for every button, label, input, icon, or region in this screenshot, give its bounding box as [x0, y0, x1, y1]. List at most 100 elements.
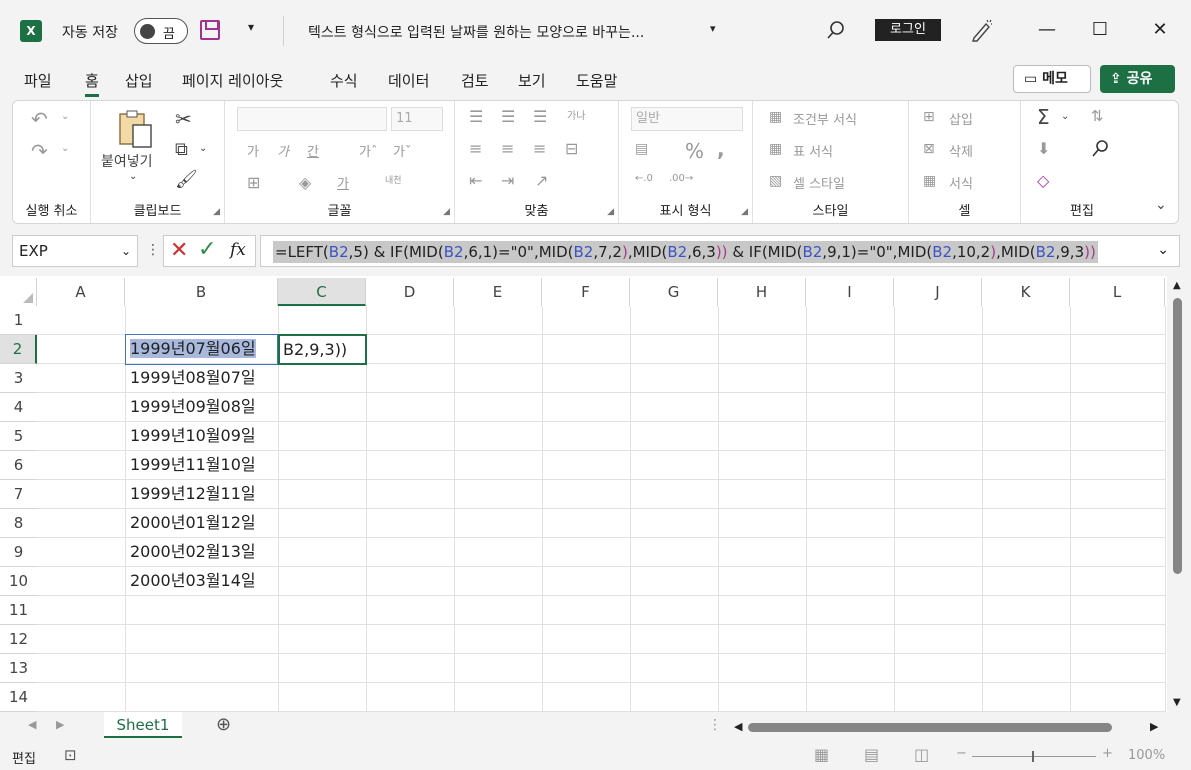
chevron-down-icon[interactable]: ▾ — [710, 22, 716, 35]
font-italic-icon[interactable]: 가 — [277, 141, 289, 160]
clear-icon[interactable]: ◇ — [1037, 171, 1049, 190]
column-header-h[interactable]: H — [718, 278, 806, 306]
zoom-slider[interactable] — [972, 756, 1096, 757]
close-icon[interactable]: ✕ — [1149, 18, 1171, 42]
font-increase-icon[interactable]: 가ˆ — [359, 141, 377, 160]
column-header-k[interactable]: K — [982, 278, 1070, 306]
insert-function-icon[interactable]: fx — [230, 240, 246, 260]
tab-page-layout[interactable]: 페이지 레이아웃 — [182, 70, 283, 91]
border-icon[interactable]: ⊞ — [247, 173, 260, 192]
zoom-out-icon[interactable]: − — [956, 746, 967, 761]
scroll-up-icon[interactable]: ▲ — [1173, 280, 1181, 291]
tab-review[interactable]: 검토 — [461, 70, 489, 91]
undo-icon[interactable]: ↶ — [31, 107, 48, 131]
font-underline-icon[interactable]: 간 — [307, 141, 319, 160]
zoom-slider-thumb[interactable] — [1032, 751, 1034, 762]
format-cells-button[interactable]: 서식 — [949, 173, 973, 192]
merge-center-icon[interactable]: ⊟ — [565, 139, 578, 158]
cell-b4[interactable]: 1999년09월08일 — [126, 393, 256, 421]
formula-bar-grip-icon[interactable]: ⋮ — [146, 242, 160, 258]
conditional-format-button[interactable]: 조건부 서식 — [793, 109, 857, 128]
row-header-12[interactable]: 12 — [0, 625, 37, 654]
find-select-icon[interactable] — [1091, 139, 1111, 157]
horizontal-scroll-thumb[interactable] — [748, 723, 1112, 732]
split-handle-icon[interactable]: ⋮ — [708, 717, 722, 733]
align-left-icon[interactable]: ≡ — [469, 139, 482, 158]
row-header-3[interactable]: 3 — [0, 364, 37, 393]
align-middle-icon[interactable]: ☰ — [501, 107, 515, 126]
table-format-button[interactable]: 표 서식 — [793, 141, 833, 160]
cell-style-button[interactable]: 셀 스타일 — [793, 173, 845, 192]
insert-cells-button[interactable]: 삽입 — [949, 109, 973, 128]
row-header-5[interactable]: 5 — [0, 422, 37, 451]
percent-icon[interactable]: % — [685, 139, 704, 163]
page-break-view-icon[interactable]: ◫ — [914, 745, 929, 764]
chevron-down-icon[interactable]: ⌄ — [61, 111, 69, 122]
orientation-icon[interactable]: ↗ — [535, 171, 548, 190]
search-icon[interactable] — [826, 20, 846, 40]
align-bottom-icon[interactable]: ☰ — [533, 107, 547, 126]
tab-view[interactable]: 보기 — [518, 70, 546, 91]
chevron-down-icon[interactable]: ⌄ — [129, 171, 137, 182]
format-painter-icon[interactable]: 🖌 — [175, 169, 198, 190]
font-name-select[interactable] — [237, 107, 387, 131]
name-box[interactable]: EXP ⌄ — [12, 235, 138, 267]
enter-icon[interactable]: ✓ — [198, 237, 216, 262]
column-header-a[interactable]: A — [37, 278, 125, 306]
chevron-down-icon[interactable]: ⌄ — [199, 143, 207, 154]
expand-formula-icon[interactable]: ⌄ — [1157, 242, 1169, 258]
autosave-toggle[interactable]: 끔 — [134, 18, 188, 44]
dialog-launcher-icon[interactable]: ◢ — [443, 207, 450, 217]
cell-b10[interactable]: 2000년03월14일 — [126, 567, 256, 595]
zoom-in-icon[interactable]: + — [1102, 746, 1113, 761]
vertical-scrollbar[interactable]: ▲ ▼ — [1167, 276, 1191, 712]
column-header-e[interactable]: E — [454, 278, 542, 306]
qat-customize-icon[interactable]: ▾ — [248, 20, 254, 34]
row-header-7[interactable]: 7 — [0, 480, 37, 509]
cell-b7[interactable]: 1999년12월11일 — [126, 480, 256, 508]
select-all-corner[interactable] — [0, 278, 37, 306]
column-header-j[interactable]: J — [894, 278, 982, 306]
clipboard-icon[interactable] — [117, 109, 155, 149]
font-decrease-icon[interactable]: 가ˇ — [393, 141, 411, 160]
add-sheet-icon[interactable]: ⊕ — [216, 714, 231, 735]
column-header-g[interactable]: G — [630, 278, 718, 306]
tab-insert[interactable]: 삽입 — [125, 70, 153, 91]
decrease-decimal-icon[interactable]: .00→ — [669, 173, 693, 184]
cell-b8[interactable]: 2000년01월12일 — [126, 509, 256, 537]
align-top-icon[interactable]: ☰ — [469, 107, 483, 126]
chevron-down-icon[interactable]: ⌄ — [61, 143, 69, 154]
cell-b3[interactable]: 1999년08월07일 — [126, 364, 256, 392]
scroll-right-icon[interactable]: ▶ — [1150, 720, 1158, 733]
column-header-c[interactable]: C — [278, 278, 366, 306]
dialog-launcher-icon[interactable]: ◢ — [741, 207, 748, 217]
paste-label[interactable]: 붙여넣기 — [101, 151, 153, 171]
minimize-icon[interactable]: — — [1036, 18, 1058, 42]
indent-increase-icon[interactable]: ⇥ — [501, 171, 514, 190]
font-grow-icon[interactable]: 가 — [247, 141, 259, 160]
maximize-icon[interactable]: ☐ — [1089, 18, 1111, 42]
pen-icon[interactable] — [970, 18, 992, 42]
indent-decrease-icon[interactable]: ⇤ — [469, 171, 482, 190]
comma-icon[interactable]: , — [717, 137, 725, 161]
scroll-left-icon[interactable]: ◀ — [734, 720, 742, 733]
delete-cells-button[interactable]: 삭제 — [949, 141, 973, 160]
cell-b9[interactable]: 2000년02월13일 — [126, 538, 256, 566]
row-header-14[interactable]: 14 — [0, 683, 37, 712]
sheet-prev-icon[interactable]: ◀ — [28, 718, 36, 731]
wrap-text-icon[interactable]: 가나 — [567, 107, 585, 122]
login-button[interactable]: 로그인 — [875, 19, 941, 41]
chevron-down-icon[interactable]: ⌄ — [121, 236, 131, 266]
cell-b6[interactable]: 1999년11월10일 — [126, 451, 256, 479]
c2-editing-cell[interactable]: B2,9,3)) — [279, 336, 347, 364]
row-header-11[interactable]: 11 — [0, 596, 37, 625]
accessibility-icon[interactable]: ⊡ — [64, 746, 77, 764]
phonetic-icon[interactable]: 내천 — [385, 173, 402, 186]
number-format-select[interactable]: 일반 — [631, 107, 743, 131]
redo-icon[interactable]: ↷ — [31, 139, 48, 163]
tab-home[interactable]: 홈 — [85, 70, 99, 97]
accounting-icon[interactable]: ▤ — [635, 141, 648, 157]
sort-filter-icon[interactable]: ⇅ — [1091, 107, 1104, 125]
dialog-launcher-icon[interactable]: ◢ — [213, 207, 220, 217]
row-header-2[interactable]: 2 — [0, 335, 37, 364]
